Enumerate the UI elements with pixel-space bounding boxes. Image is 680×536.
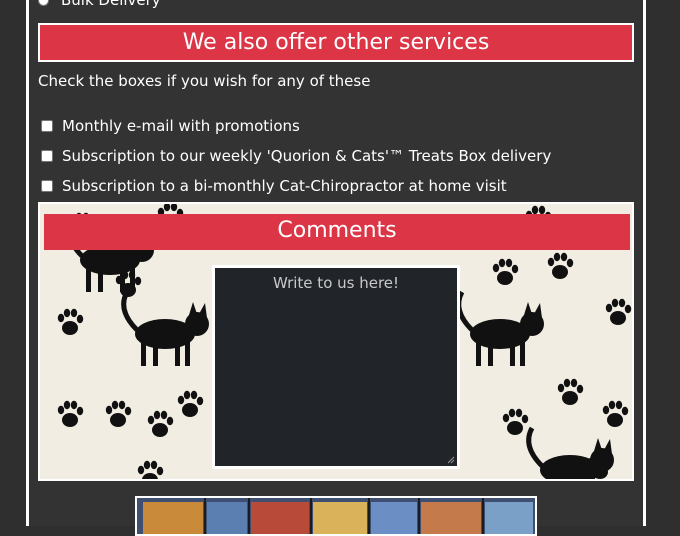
services-heading: We also offer other services	[38, 23, 634, 62]
comments-section: Comments Write to us here!	[38, 202, 634, 481]
comments-textarea[interactable]: Write to us here!	[212, 265, 460, 469]
chiropractor-label: Subscription to a bi-monthly Cat-Chiropr…	[62, 177, 507, 195]
stained-glass-icon	[137, 498, 535, 534]
service-option-promotions[interactable]: Monthly e-mail with promotions	[41, 117, 300, 135]
comments-placeholder: Write to us here!	[272, 274, 400, 292]
service-option-chiropractor[interactable]: Subscription to a bi-monthly Cat-Chiropr…	[41, 177, 507, 195]
treats-box-label: Subscription to our weekly 'Quorion & Ca…	[62, 147, 552, 165]
bulk-delivery-option[interactable]: Bulk Delivery	[38, 0, 161, 10]
promotions-label: Monthly e-mail with promotions	[62, 117, 300, 135]
service-option-treats-box[interactable]: Subscription to our weekly 'Quorion & Ca…	[41, 147, 551, 165]
services-intro: Check the boxes if you wish for any of t…	[38, 72, 371, 90]
promotions-checkbox[interactable]	[41, 120, 53, 132]
bulk-delivery-radio[interactable]	[38, 0, 49, 6]
comments-heading: Comments	[44, 214, 630, 250]
treats-box-checkbox[interactable]	[41, 150, 53, 162]
resize-handle-icon[interactable]	[447, 456, 455, 464]
stained-glass-image	[135, 496, 537, 536]
chiropractor-checkbox[interactable]	[41, 180, 53, 192]
bulk-delivery-label: Bulk Delivery	[61, 0, 161, 9]
